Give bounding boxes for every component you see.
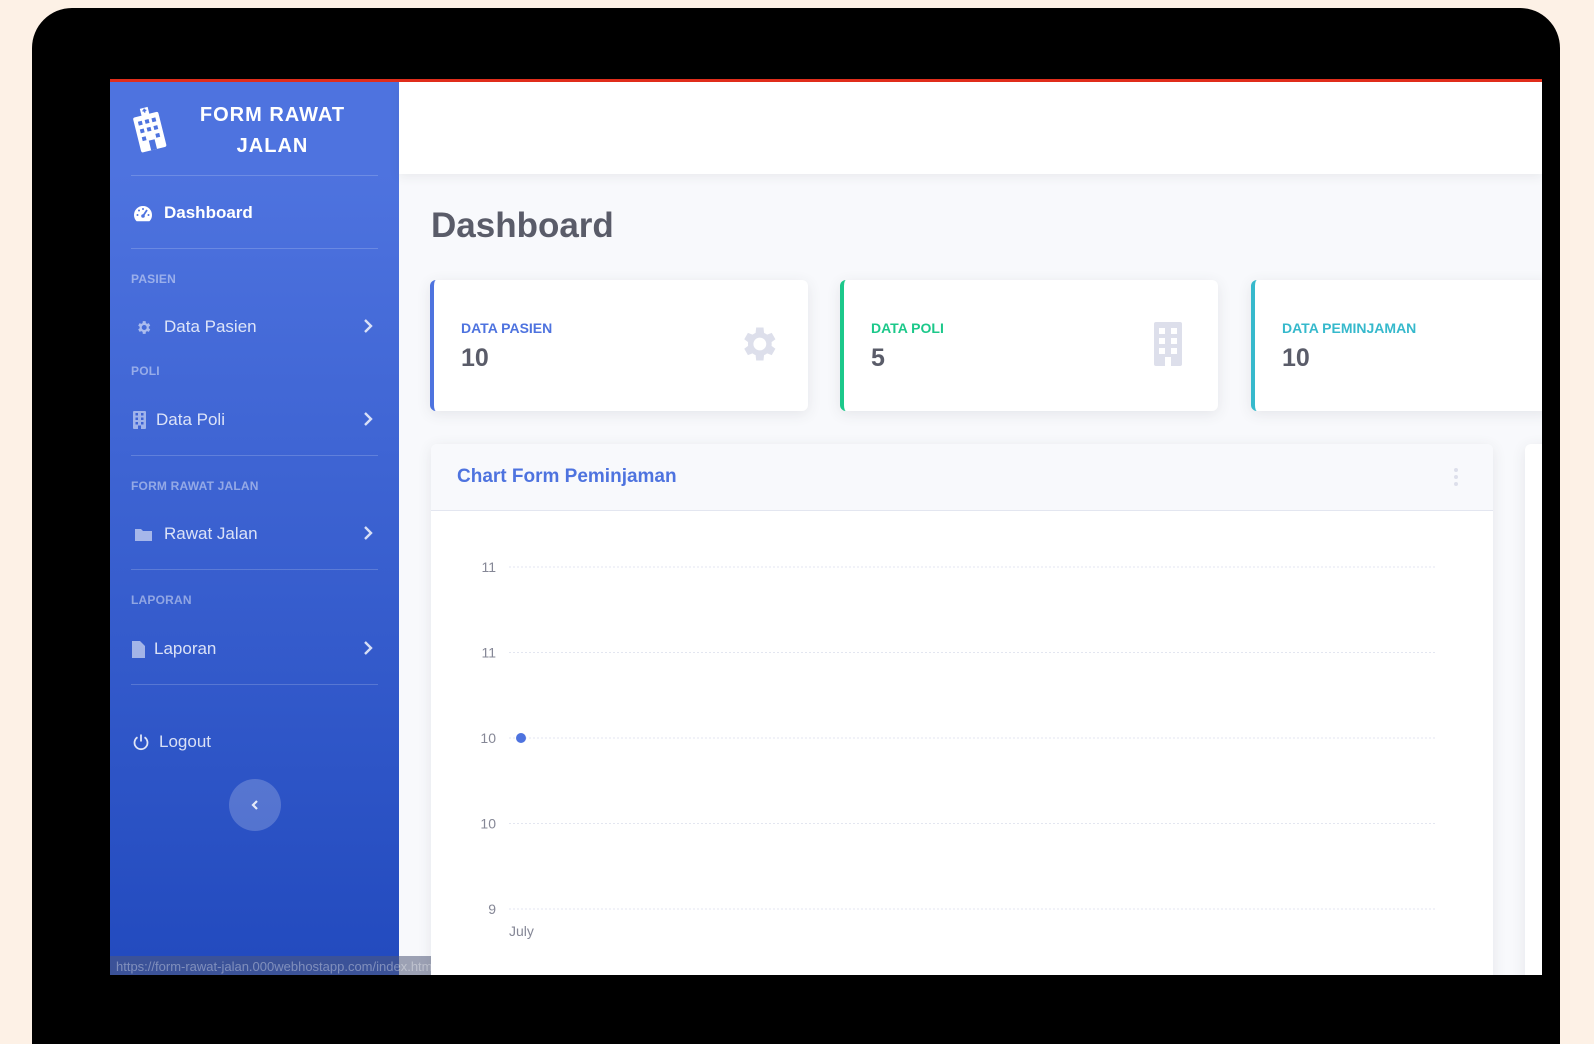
ellipsis-vertical-icon[interactable]: [1451, 466, 1461, 488]
hospital-icon: [133, 106, 167, 153]
y-tick-label: 9: [488, 901, 496, 917]
folder-icon: [131, 525, 155, 543]
y-tick-label: 11: [481, 645, 496, 661]
data-point[interactable]: [516, 733, 526, 743]
browser-screen: FORM RAWAT JALAN Dashboard PASIEN Data P…: [110, 79, 1542, 975]
sidebar-item-label: Data Poli: [156, 410, 225, 429]
sidebar-item-data-poli[interactable]: Data Poli: [131, 406, 378, 434]
power-icon: [131, 733, 151, 751]
building-icon: [131, 411, 147, 429]
sidebar-divider: [131, 455, 378, 456]
device-frame: FORM RAWAT JALAN Dashboard PASIEN Data P…: [32, 8, 1560, 1044]
topbar: [399, 82, 1542, 174]
sidebar-divider: [131, 569, 378, 570]
sidebar-divider: [131, 684, 378, 685]
sidebar-brand[interactable]: FORM RAWAT JALAN: [110, 82, 399, 174]
y-tick-label: 10: [480, 816, 496, 832]
chevron-right-icon: [364, 526, 373, 540]
gear-icon: [744, 327, 776, 361]
chevron-right-icon: [364, 641, 373, 655]
tachometer-icon: [131, 204, 155, 222]
gear-icon: [131, 318, 155, 336]
page-title: Dashboard: [431, 206, 614, 245]
sidebar-item-label: Dashboard: [164, 203, 253, 222]
card-data-peminjaman: DATA PEMINJAMAN 10: [1251, 280, 1542, 411]
side-card: [1525, 444, 1542, 975]
section-heading-laporan: LAPORAN: [131, 593, 192, 607]
card-label: DATA POLI: [871, 320, 944, 336]
sidebar-item-data-pasien[interactable]: Data Pasien: [131, 313, 378, 341]
x-tick-label: July: [509, 923, 534, 939]
sidebar-item-label: Logout: [159, 732, 211, 751]
file-icon: [131, 640, 145, 658]
sidebar-item-dashboard[interactable]: Dashboard: [131, 199, 378, 227]
line-chart: 11 11 10 10 9 July: [480, 559, 1436, 939]
card-label: DATA PEMINJAMAN: [1282, 320, 1417, 336]
sidebar-divider: [131, 175, 378, 176]
sidebar-divider: [131, 248, 378, 249]
card-data-pasien: DATA PASIEN 10: [430, 280, 808, 411]
chevron-right-icon: [364, 412, 373, 426]
chart-card: Chart Form Peminjaman 11 11 10 10 9 July: [431, 444, 1493, 975]
building-icon: [1154, 322, 1182, 366]
chart-header: Chart Form Peminjaman: [431, 444, 1493, 511]
card-value: 5: [871, 344, 885, 372]
y-tick-label: 10: [480, 730, 496, 746]
section-heading-pasien: PASIEN: [131, 272, 176, 286]
sidebar-item-logout[interactable]: Logout: [131, 728, 378, 756]
chart-title: Chart Form Peminjaman: [457, 466, 677, 487]
card-label: DATA PASIEN: [461, 320, 553, 336]
y-tick-label: 11: [481, 559, 496, 575]
sidebar-item-label: Rawat Jalan: [164, 524, 258, 543]
sidebar-item-label: Laporan: [154, 639, 217, 658]
card-data-poli: DATA POLI 5: [840, 280, 1218, 411]
card-value: 10: [461, 344, 489, 372]
chevron-left-icon: [251, 800, 258, 810]
sidebar-item-laporan[interactable]: Laporan: [131, 635, 378, 663]
sidebar-item-label: Data Pasien: [164, 317, 257, 336]
card-value: 10: [1282, 344, 1310, 372]
section-heading-poli: POLI: [131, 364, 160, 378]
brand-title: FORM RAWAT JALAN: [199, 104, 346, 157]
section-heading-form-rawat-jalan: FORM RAWAT JALAN: [131, 479, 259, 493]
sidebar-toggle-button[interactable]: [229, 779, 281, 831]
sidebar: FORM RAWAT JALAN Dashboard PASIEN Data P…: [110, 82, 399, 975]
sidebar-item-rawat-jalan[interactable]: Rawat Jalan: [131, 520, 378, 548]
chevron-right-icon: [364, 319, 373, 333]
